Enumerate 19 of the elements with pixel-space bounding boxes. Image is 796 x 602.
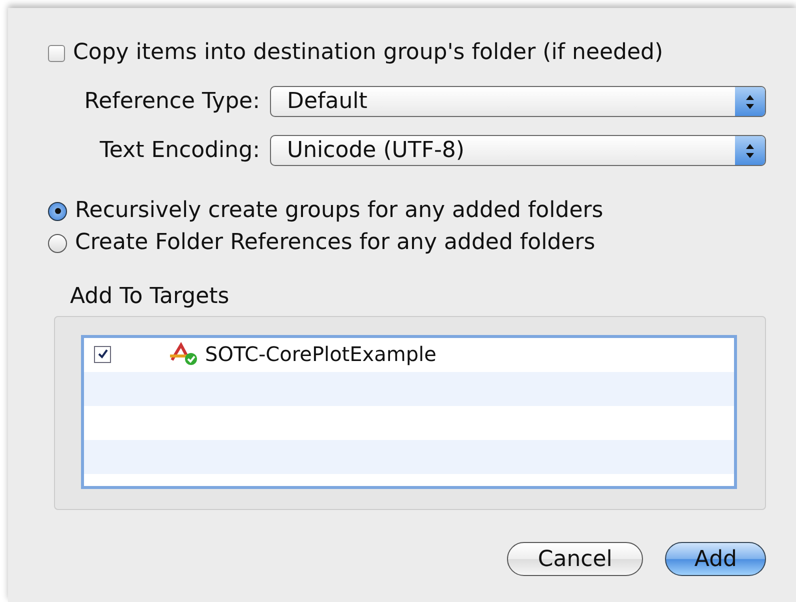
stepper-arrows-icon [745, 94, 755, 110]
checkbox-label: Copy items into destination group's folder (if needed) [73, 39, 664, 67]
target-checkbox[interactable] [94, 346, 111, 362]
popup-button[interactable]: Default [270, 86, 766, 117]
popup-label: Text Encoding: [98, 136, 261, 164]
radio-label: Recursively create groups for any added folders [75, 197, 604, 225]
add-button[interactable]: Add [665, 542, 766, 576]
radio-button[interactable] [48, 202, 67, 220]
radio-button[interactable] [48, 234, 67, 252]
group-title: Add To Targets [70, 283, 230, 311]
stepper-arrows-icon [745, 142, 755, 158]
target-name: SOTC-CorePlotExample [205, 341, 436, 368]
popup-label: Reference Type: [83, 88, 261, 116]
checkmark-icon [96, 348, 108, 360]
radio-label: Create Folder References for any added folders [75, 229, 596, 257]
app-target-icon [169, 342, 199, 366]
popup-button[interactable]: Unicode (UTF-8) [270, 135, 766, 166]
cancel-button[interactable]: Cancel [506, 542, 644, 576]
checkbox[interactable] [48, 44, 65, 62]
